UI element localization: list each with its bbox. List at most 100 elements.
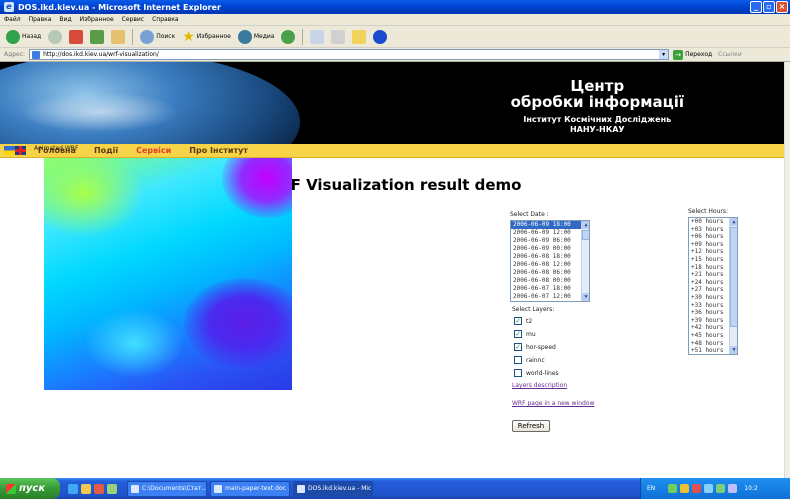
back-label: Назад xyxy=(22,33,42,40)
toolbar-separator xyxy=(132,28,134,45)
print-button[interactable] xyxy=(329,28,347,46)
nav-services[interactable]: Сервіси xyxy=(136,146,171,155)
date-option[interactable]: 2006-06-09 18:00 xyxy=(511,221,589,229)
taskbar-task[interactable]: DOS.ikd.kiev.ua - Mic... xyxy=(293,480,373,497)
layer-row-t2[interactable]: ✓ t2 xyxy=(514,317,532,325)
layer-checkbox[interactable]: ✓ xyxy=(514,343,522,351)
forward-arrow-icon xyxy=(48,29,63,44)
date-option[interactable]: 2006-06-09 00:00 xyxy=(511,245,589,253)
close-button[interactable]: × xyxy=(776,1,788,13)
layer-checkbox[interactable] xyxy=(514,369,522,377)
menu-file[interactable]: Файл xyxy=(4,16,21,23)
layer-checkbox[interactable]: ✓ xyxy=(514,317,522,325)
media-button[interactable]: Медиа xyxy=(236,28,277,46)
scroll-up-icon[interactable]: ▲ xyxy=(582,221,589,229)
antivirus-icon[interactable] xyxy=(692,484,702,493)
nav-about[interactable]: Про Інститут xyxy=(189,146,248,155)
layers-description-link[interactable]: Layers description xyxy=(512,382,567,389)
taskbar-task[interactable]: C:\Documents\Стат... xyxy=(127,480,207,497)
bluetooth-button[interactable] xyxy=(371,28,389,46)
history-button[interactable] xyxy=(279,28,297,46)
menu-favorites[interactable]: Избранное xyxy=(80,16,114,23)
layer-label: rainnc xyxy=(526,356,545,364)
layer-checkbox[interactable]: ✓ xyxy=(514,330,522,338)
start-label: пуск xyxy=(19,483,46,494)
date-option[interactable]: 2006-06-09 06:00 xyxy=(511,237,589,245)
banner-line4: НАНУ-НКАУ xyxy=(569,125,625,134)
ie-quicklaunch-icon[interactable] xyxy=(68,483,78,494)
window-titlebar: e DOS.ikd.kiev.ua - Microsoft Internet E… xyxy=(0,0,790,14)
tray-app-icon[interactable] xyxy=(716,484,726,493)
toolbar-separator xyxy=(302,28,304,45)
refresh-browser-button[interactable] xyxy=(88,28,106,46)
scroll-thumb[interactable] xyxy=(730,227,737,327)
edit-button[interactable] xyxy=(350,28,368,46)
media-quicklaunch-icon[interactable] xyxy=(94,483,104,494)
layer-row-hor-speed[interactable]: ✓ hor-speed xyxy=(514,343,556,351)
search-label: Поиск xyxy=(156,33,176,40)
layer-label: t2 xyxy=(526,317,533,325)
layer-row-world-lines[interactable]: world-lines xyxy=(514,369,559,377)
hours-listbox[interactable]: +00 hours +03 hours +06 hours +09 hours +12 … xyxy=(688,217,738,355)
date-option[interactable]: 2006-06-09 12:00 xyxy=(511,229,589,237)
scroll-up-icon[interactable]: ▲ xyxy=(730,218,737,226)
favorites-button[interactable]: ★ Избранное xyxy=(180,28,233,46)
network-icon[interactable] xyxy=(668,484,678,493)
layer-label: world-lines xyxy=(526,369,559,377)
home-button[interactable] xyxy=(109,28,127,46)
task-app-icon xyxy=(297,484,305,493)
layer-row-rainnc[interactable]: rainnc xyxy=(514,356,545,364)
scroll-down-icon[interactable]: ▼ xyxy=(582,293,589,301)
date-option[interactable]: 2006-06-08 06:00 xyxy=(511,269,589,277)
address-dropdown-icon[interactable]: ▾ xyxy=(659,50,669,59)
flag-uk-icon[interactable] xyxy=(15,146,26,155)
mail-icon xyxy=(310,29,325,44)
bluetooth-icon xyxy=(373,29,388,44)
date-scrollbar[interactable]: ▲ ▼ xyxy=(581,221,589,301)
address-input[interactable]: http://dos.ikd.kiev.ua/wrf-visualization… xyxy=(29,49,670,60)
scroll-down-icon[interactable]: ▼ xyxy=(730,346,737,354)
back-button[interactable]: Назад xyxy=(4,28,43,46)
date-option[interactable]: 2006-06-07 18:00 xyxy=(511,285,589,293)
search-button[interactable]: Поиск xyxy=(138,28,177,46)
earth-clouds xyxy=(20,92,180,132)
minimize-button[interactable]: _ xyxy=(750,1,762,13)
layer-checkbox[interactable] xyxy=(514,356,522,364)
folder-quicklaunch-icon[interactable] xyxy=(81,483,91,494)
bluetooth-tray-icon[interactable] xyxy=(728,484,738,493)
links-label[interactable]: Ссылки xyxy=(718,51,742,58)
forward-button[interactable] xyxy=(46,28,64,46)
flag-ua-icon[interactable] xyxy=(4,146,15,155)
language-indicator[interactable]: EN xyxy=(647,485,655,492)
media-icon xyxy=(237,29,252,44)
menu-view[interactable]: Вид xyxy=(59,16,71,23)
menu-tools[interactable]: Сервис xyxy=(122,16,144,23)
wrf-page-link[interactable]: WRF page in a new window xyxy=(512,400,594,407)
nav-events[interactable]: Події xyxy=(94,146,118,155)
go-button[interactable]: → Переход xyxy=(673,49,713,60)
date-option[interactable]: 2006-06-08 12:00 xyxy=(511,261,589,269)
banner-line3: Інститут Космічних Досліджень xyxy=(523,115,672,124)
mail-button[interactable] xyxy=(308,28,326,46)
go-label: Переход xyxy=(685,51,713,58)
date-option[interactable]: 2006-06-08 00:00 xyxy=(511,277,589,285)
date-option[interactable]: 2006-06-08 18:00 xyxy=(511,253,589,261)
layer-label: hor-speed xyxy=(526,343,556,351)
date-option[interactable]: 2006-06-07 12:00 xyxy=(511,293,589,301)
scroll-thumb[interactable] xyxy=(582,230,589,240)
start-button[interactable]: пуск xyxy=(0,478,60,499)
date-listbox[interactable]: 2006-06-09 18:00 2006-06-09 12:00 2006-06-… xyxy=(510,220,590,302)
security-icon[interactable] xyxy=(680,484,690,493)
menu-help[interactable]: Справка xyxy=(152,16,178,23)
desktop-quicklaunch-icon[interactable] xyxy=(107,483,117,494)
menu-edit[interactable]: Правка xyxy=(29,16,52,23)
stop-button[interactable] xyxy=(67,28,85,46)
maximize-button[interactable]: ▫ xyxy=(763,1,775,13)
taskbar-task[interactable]: main-paper-text.doc ... xyxy=(210,480,290,497)
layer-row-mu[interactable]: ✓ mu xyxy=(514,330,536,338)
page-scrollbar[interactable] xyxy=(784,62,790,478)
volume-icon[interactable] xyxy=(704,484,714,493)
hours-scrollbar[interactable]: ▲ ▼ xyxy=(729,218,737,354)
go-arrow-icon: → xyxy=(673,49,684,60)
refresh-button[interactable]: Refresh xyxy=(512,420,550,432)
